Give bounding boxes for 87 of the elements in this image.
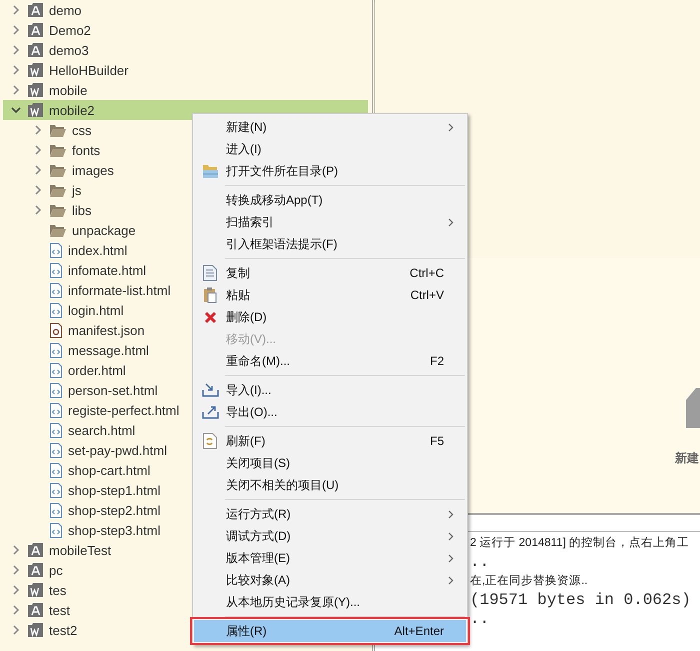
project-a-icon bbox=[28, 543, 43, 557]
tree-item[interactable]: HelloHBuilder bbox=[3, 60, 368, 80]
tree-item[interactable]: demo3 bbox=[3, 40, 368, 60]
project-w-icon bbox=[28, 63, 43, 77]
project-a-icon bbox=[28, 603, 43, 617]
code-file-icon bbox=[50, 242, 62, 258]
menu-item[interactable]: 属性(R) Alt+Enter bbox=[194, 620, 466, 642]
chevron-right-icon[interactable] bbox=[34, 125, 42, 135]
folder-icon bbox=[50, 124, 66, 136]
project-a-icon bbox=[28, 563, 43, 577]
menu-item[interactable]: 引入框架语法提示(F) bbox=[194, 233, 466, 255]
chevron-right-icon[interactable] bbox=[12, 25, 20, 35]
menu-item[interactable]: 调试方式(D) bbox=[194, 525, 466, 547]
menu-item[interactable]: 打开文件所在目录(P) bbox=[194, 160, 466, 182]
folder-icon bbox=[50, 204, 66, 216]
chevron-right-icon[interactable] bbox=[12, 65, 20, 75]
chevron-right-icon[interactable] bbox=[12, 585, 20, 595]
code-file-icon bbox=[50, 422, 62, 438]
code-file-icon bbox=[50, 382, 62, 398]
code-file-icon bbox=[50, 402, 62, 418]
code-file-icon bbox=[50, 262, 62, 278]
chevron-right-icon[interactable] bbox=[12, 545, 20, 555]
clipboard-icon bbox=[203, 287, 217, 303]
new-label[interactable]: 新建 bbox=[675, 450, 699, 467]
console-line: (19571 bytes in 0.062s) bbox=[470, 591, 692, 610]
refresh-icon bbox=[203, 433, 217, 449]
code-file-icon bbox=[50, 502, 62, 518]
chevron-right-icon[interactable] bbox=[34, 145, 42, 155]
project-w-icon bbox=[28, 83, 43, 97]
menu-item[interactable]: 删除(D) bbox=[194, 306, 466, 328]
copy-icon bbox=[203, 265, 217, 281]
chevron-right-icon[interactable] bbox=[12, 85, 20, 95]
project-a-icon bbox=[28, 23, 43, 37]
tree-item[interactable]: demo bbox=[3, 0, 368, 20]
folder-icon bbox=[202, 164, 218, 178]
menu-item[interactable]: 扫描索引 bbox=[194, 211, 466, 233]
folder-icon bbox=[50, 184, 66, 196]
chevron-right-icon[interactable] bbox=[12, 605, 20, 615]
menu-item[interactable]: 转换成移动App(T) bbox=[194, 189, 466, 211]
chevron-right-icon[interactable] bbox=[12, 565, 20, 575]
chevron-down-icon[interactable] bbox=[11, 106, 21, 114]
import-icon bbox=[202, 383, 218, 397]
code-file-icon bbox=[50, 342, 62, 358]
chevron-right-icon[interactable] bbox=[34, 185, 42, 195]
menu-item[interactable]: 从本地历史记录复原(Y)... bbox=[194, 591, 466, 613]
folder-icon bbox=[50, 144, 66, 156]
chevron-right-icon[interactable] bbox=[34, 165, 42, 175]
menu-item[interactable]: 比较对象(A) bbox=[194, 569, 466, 591]
project-w-icon bbox=[28, 623, 43, 637]
menu-item[interactable]: 刷新(F) F5 bbox=[194, 430, 466, 452]
menu-item[interactable]: 关闭不相关的项目(U) bbox=[194, 474, 466, 496]
chevron-right-icon[interactable] bbox=[12, 45, 20, 55]
console-line: .. bbox=[470, 610, 490, 629]
code-file-icon bbox=[50, 482, 62, 498]
new-file-icon[interactable] bbox=[686, 388, 700, 428]
chevron-right-icon[interactable] bbox=[34, 205, 42, 215]
code-file-icon bbox=[50, 302, 62, 318]
delete-icon bbox=[204, 310, 216, 324]
chevron-right-icon[interactable] bbox=[12, 625, 20, 635]
project-a-icon bbox=[28, 3, 43, 17]
folder-icon bbox=[50, 164, 66, 176]
chevron-right-icon[interactable] bbox=[12, 5, 20, 15]
code-file-icon bbox=[50, 462, 62, 478]
manifest-file-icon bbox=[50, 322, 62, 338]
project-w-icon bbox=[28, 583, 43, 597]
menu-item[interactable]: 粘贴 Ctrl+V bbox=[194, 284, 466, 306]
menu-item[interactable]: 进入(I) bbox=[194, 138, 466, 160]
menu-item[interactable]: 运行方式(R) bbox=[194, 503, 466, 525]
code-file-icon bbox=[50, 282, 62, 298]
menu-item[interactable]: 关闭项目(S) bbox=[194, 452, 466, 474]
console-line: .. bbox=[470, 553, 490, 572]
menu-item[interactable]: 导出(O)... bbox=[194, 401, 466, 423]
console-line: 2 运行于 2014811] 的控制台，点右上角工 bbox=[470, 536, 690, 551]
code-file-icon bbox=[50, 442, 62, 458]
menu-item[interactable]: 复制 Ctrl+C bbox=[194, 262, 466, 284]
project-w-icon bbox=[28, 103, 43, 117]
project-a-icon bbox=[28, 43, 43, 57]
tree-item[interactable]: Demo2 bbox=[3, 20, 368, 40]
export-icon bbox=[202, 405, 218, 419]
code-file-icon bbox=[50, 362, 62, 378]
console-line: 在,正在同步替换资源.. bbox=[470, 574, 589, 589]
code-file-icon bbox=[50, 522, 62, 538]
tree-item[interactable]: mobile bbox=[3, 80, 368, 100]
menu-item[interactable]: 版本管理(E) bbox=[194, 547, 466, 569]
menu-item[interactable]: 导入(I)... bbox=[194, 379, 466, 401]
menu-item[interactable]: 重命名(M)... F2 bbox=[194, 350, 466, 372]
folder-icon bbox=[50, 224, 66, 236]
